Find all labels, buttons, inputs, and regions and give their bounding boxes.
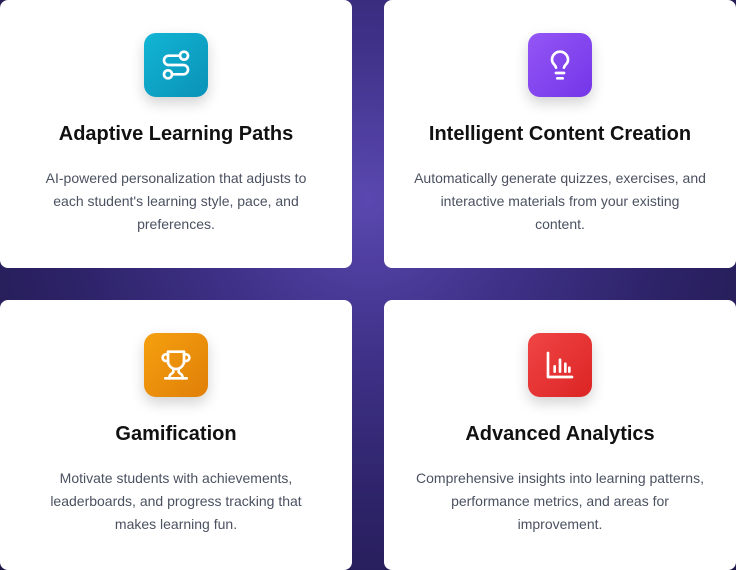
card-description: Motivate students with achievements, lea… bbox=[50, 470, 302, 532]
bar-chart-icon bbox=[528, 333, 592, 397]
card-description: Comprehensive insights into learning pat… bbox=[416, 470, 704, 532]
feature-card-content-creation: Intelligent Content Creation Automatical… bbox=[384, 0, 736, 268]
card-title: Advanced Analytics bbox=[465, 423, 655, 445]
route-icon bbox=[144, 33, 208, 97]
card-description: Automatically generate quizzes, exercise… bbox=[414, 170, 706, 232]
feature-card-adaptive-learning: Adaptive Learning Paths AI-powered perso… bbox=[0, 0, 352, 268]
feature-card-gamification: Gamification Motivate students with achi… bbox=[0, 300, 352, 570]
trophy-icon bbox=[144, 333, 208, 397]
lightbulb-icon bbox=[528, 33, 592, 97]
feature-card-analytics: Advanced Analytics Comprehensive insight… bbox=[384, 300, 736, 570]
card-title: Intelligent Content Creation bbox=[428, 123, 692, 145]
card-title: Adaptive Learning Paths bbox=[58, 123, 294, 145]
card-title: Gamification bbox=[115, 423, 237, 445]
card-description: AI-powered personalization that adjusts … bbox=[45, 170, 307, 232]
